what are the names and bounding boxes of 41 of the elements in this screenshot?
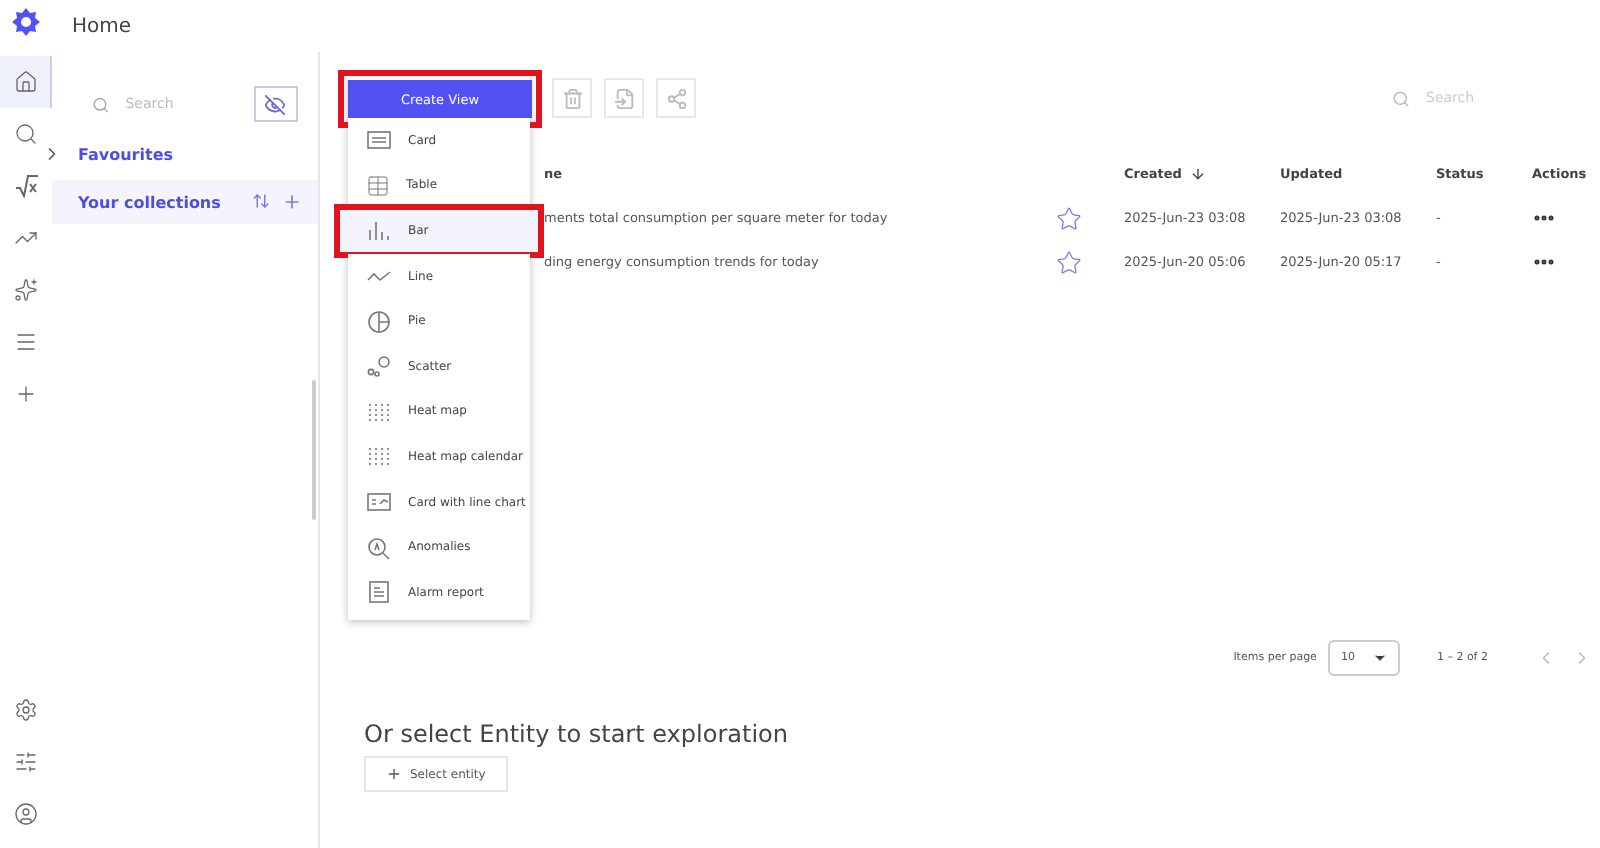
home-icon (13, 70, 37, 94)
collection-item[interactable]: Favourites (52, 132, 318, 176)
sliders-icon (14, 750, 38, 774)
search-icon (14, 122, 38, 146)
plus-icon (386, 766, 402, 782)
section-label: Favourites (78, 145, 173, 163)
dotted-grid-icon (366, 399, 392, 424)
sort-icon[interactable] (252, 192, 270, 210)
dropdown-caret-icon (1372, 650, 1389, 666)
card-icon (366, 128, 392, 153)
sparkles-icon (14, 278, 38, 302)
share-icon[interactable] (656, 78, 696, 118)
plus-icon[interactable] (282, 192, 302, 212)
nav-button[interactable] (0, 56, 52, 108)
section-heading: Or select Entity to start exploration (364, 720, 790, 748)
magnifier-icon (366, 535, 392, 560)
search-icon (1392, 89, 1410, 107)
card-line-chart-icon (366, 490, 392, 515)
logo-icon (12, 8, 40, 36)
export-icon[interactable] (604, 78, 644, 118)
section-label: Your collections (78, 193, 221, 211)
table-icon (366, 173, 390, 198)
plus-icon (14, 382, 38, 406)
collection-item[interactable]: Your collections (52, 180, 318, 224)
user-icon (14, 802, 38, 826)
hide-button[interactable] (253, 86, 298, 122)
report-icon (366, 580, 392, 605)
star-icon[interactable] (1056, 249, 1082, 275)
search-icon (92, 95, 110, 113)
delete-icon[interactable] (552, 78, 592, 118)
dotted-grid-icon (366, 444, 392, 469)
eye-off-icon (264, 93, 287, 115)
star-icon[interactable] (1056, 205, 1082, 231)
square-root-icon (14, 174, 38, 198)
settings-icon (14, 698, 38, 722)
sort-arrow-icon (1189, 166, 1206, 182)
bar-chart-icon (366, 218, 392, 243)
menu-icon (14, 330, 38, 354)
pie-chart-icon (366, 309, 392, 334)
scatter-icon (366, 354, 392, 379)
page-title: Home (72, 15, 132, 37)
